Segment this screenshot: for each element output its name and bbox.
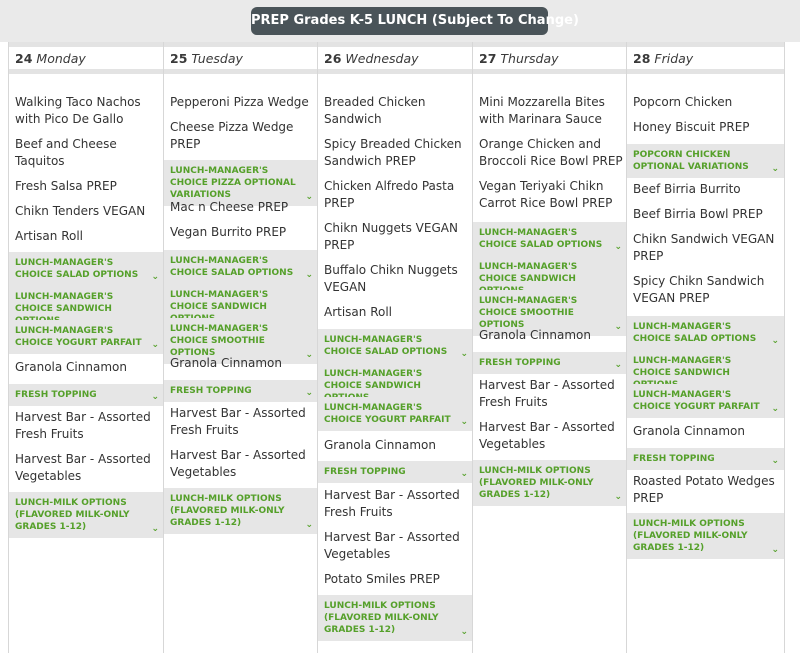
chevron-down-icon: ⌄: [614, 242, 622, 252]
menu-item: Chikn Nuggets VEGAN PREP: [324, 221, 458, 252]
menu-item: Potato Smiles PREP: [324, 572, 440, 586]
menu-item: Harvest Bar - Assorted Fresh Fruits: [170, 406, 306, 437]
menu-item: Vegan Burrito PREP: [170, 225, 287, 239]
menu-item: Mini Mozzarella Bites with Marinara Sauc…: [479, 95, 605, 126]
menu-item: Fresh Salsa PREP: [15, 179, 117, 193]
option-dropdown[interactable]: LUNCH-MILK OPTIONS (FLAVORED MILK-ONLY G…: [627, 513, 784, 559]
menu-item: Beef and Cheese Taquitos: [15, 137, 117, 168]
option-dropdown[interactable]: LUNCH-MILK OPTIONS (FLAVORED MILK-ONLY G…: [9, 492, 164, 538]
menu-item: Orange Chicken and Broccoli Rice Bowl PR…: [479, 137, 623, 168]
option-dropdown[interactable]: LUNCH-MILK OPTIONS (FLAVORED MILK-ONLY G…: [164, 488, 318, 534]
menu-item: Honey Biscuit PREP: [633, 120, 750, 134]
day-header: 24 Monday: [15, 51, 86, 66]
option-dropdown[interactable]: POPCORN CHICKEN OPTIONAL VARIATIONS ⌄: [627, 144, 784, 178]
menu-item: Chicken Alfredo Pasta PREP: [324, 179, 455, 210]
menu-item: Pepperoni Pizza Wedge: [170, 95, 309, 109]
menu-calendar: 24 Monday Walking Taco Nachos with Pico D…: [0, 42, 800, 653]
day-column-monday: 24 Monday Walking Taco Nachos with Pico D…: [8, 42, 164, 653]
menu-item: Granola Cinnamon: [15, 360, 127, 374]
menu-item: Granola Cinnamon: [633, 424, 745, 438]
option-dropdown[interactable]: LUNCH-MANAGER'S CHOICE YOGURT PARFAIT ⌄: [318, 397, 473, 431]
menu-item: Breaded Chicken Sandwich: [324, 95, 426, 126]
menu-item: Roasted Potato Wedges PREP: [633, 474, 775, 505]
menu-item: Walking Taco Nachos with Pico De Gallo: [15, 95, 141, 126]
day-column-friday: 28 Friday Popcorn Chicken Honey Biscuit P…: [626, 42, 785, 653]
menu-item: Chikn Tenders VEGAN: [15, 204, 146, 218]
option-dropdown[interactable]: FRESH TOPPING ⌄: [9, 384, 164, 406]
chevron-down-icon: ⌄: [151, 340, 159, 350]
menu-item: Granola Cinnamon: [170, 356, 282, 370]
chevron-down-icon: ⌄: [614, 360, 622, 370]
chevron-down-icon: ⌄: [151, 392, 159, 402]
option-dropdown[interactable]: LUNCH-MANAGER'S CHOICE SALAD OPTIONS ⌄: [627, 316, 784, 350]
menu-item: Harvest Bar - Assorted Vegetables: [479, 420, 615, 451]
chevron-down-icon: ⌄: [771, 164, 779, 174]
option-dropdown[interactable]: FRESH TOPPING ⌄: [164, 380, 318, 402]
chevron-down-icon: ⌄: [305, 520, 313, 530]
menu-item: Chikn Sandwich VEGAN PREP: [633, 232, 775, 263]
option-dropdown[interactable]: LUNCH-MANAGER'S CHOICE SALAD OPTIONS ⌄: [318, 329, 473, 363]
menu-item: Harvest Bar - Assorted Fresh Fruits: [15, 410, 151, 441]
day-column-thursday: 27 Thursday Mini Mozzarella Bites with Ma…: [472, 42, 627, 653]
menu-item: Harvest Bar - Assorted Fresh Fruits: [479, 378, 615, 409]
chevron-down-icon: ⌄: [151, 272, 159, 282]
chevron-down-icon: ⌄: [460, 627, 468, 637]
menu-item: Beef Birria Bowl PREP: [633, 207, 763, 221]
menu-item: Artisan Roll: [324, 305, 393, 319]
title-bar: PREP Grades K-5 LUNCH (Subject To Change…: [0, 0, 800, 42]
option-dropdown[interactable]: FRESH TOPPING ⌄: [627, 448, 784, 470]
option-dropdown[interactable]: LUNCH-MILK OPTIONS (FLAVORED MILK-ONLY G…: [473, 460, 627, 506]
day-header: 28 Friday: [633, 51, 694, 66]
chevron-down-icon: ⌄: [771, 456, 779, 466]
menu-item: Spicy Chikn Sandwich VEGAN PREP: [633, 274, 765, 305]
option-dropdown[interactable]: LUNCH-MANAGER'S CHOICE SALAD OPTIONS ⌄: [164, 250, 318, 284]
menu-item: Granola Cinnamon: [479, 328, 591, 342]
menu-item: Buffalo Chikn Nuggets VEGAN: [324, 263, 458, 294]
menu-item: Granola Cinnamon: [324, 438, 436, 452]
menu-item: Artisan Roll: [15, 229, 84, 243]
day-header: 26 Wednesday: [324, 51, 419, 66]
chevron-down-icon: ⌄: [460, 417, 468, 427]
option-dropdown[interactable]: LUNCH-MANAGER'S CHOICE SALAD OPTIONS ⌄: [473, 222, 627, 256]
chevron-down-icon: ⌄: [771, 545, 779, 555]
option-dropdown[interactable]: FRESH TOPPING ⌄: [318, 461, 473, 483]
day-column-tuesday: 25 Tuesday Pepperoni Pizza Wedge Cheese P…: [163, 42, 318, 653]
option-dropdown[interactable]: LUNCH-MANAGER'S CHOICE YOGURT PARFAIT ⌄: [627, 384, 784, 418]
chevron-down-icon: ⌄: [771, 404, 779, 414]
menu-title-button[interactable]: PREP Grades K-5 LUNCH (Subject To Change…: [251, 7, 579, 35]
menu-item: Cheese Pizza Wedge PREP: [170, 120, 294, 151]
menu-item: Mac n Cheese PREP: [170, 200, 289, 214]
option-dropdown[interactable]: LUNCH-MILK OPTIONS (FLAVORED MILK-ONLY G…: [318, 595, 473, 641]
chevron-down-icon: ⌄: [460, 469, 468, 479]
chevron-down-icon: ⌄: [151, 524, 159, 534]
menu-item: Popcorn Chicken: [633, 95, 733, 109]
option-dropdown[interactable]: FRESH TOPPING ⌄: [473, 352, 627, 374]
day-header: 27 Thursday: [479, 51, 559, 66]
menu-item: Spicy Breaded Chicken Sandwich PREP: [324, 137, 462, 168]
day-column-wednesday: 26 Wednesday Breaded Chicken Sandwich Spi…: [317, 42, 473, 653]
chevron-down-icon: ⌄: [305, 388, 313, 398]
chevron-down-icon: ⌄: [460, 349, 468, 359]
day-header: 25 Tuesday: [170, 51, 243, 66]
menu-item: Beef Birria Burrito: [633, 182, 741, 196]
chevron-down-icon: ⌄: [305, 270, 313, 280]
chevron-down-icon: ⌄: [614, 492, 622, 502]
chevron-down-icon: ⌄: [771, 336, 779, 346]
menu-item: Harvest Bar - Assorted Vegetables: [15, 452, 151, 483]
menu-item: Harvest Bar - Assorted Vegetables: [170, 448, 306, 479]
option-dropdown[interactable]: LUNCH-MANAGER'S CHOICE YOGURT PARFAIT ⌄: [9, 320, 164, 354]
menu-item: Vegan Teriyaki Chikn Carrot Rice Bowl PR…: [479, 179, 613, 210]
menu-item: Harvest Bar - Assorted Vegetables: [324, 530, 460, 561]
option-dropdown[interactable]: LUNCH-MANAGER'S CHOICE SALAD OPTIONS ⌄: [9, 252, 164, 286]
menu-item: Harvest Bar - Assorted Fresh Fruits: [324, 488, 460, 519]
